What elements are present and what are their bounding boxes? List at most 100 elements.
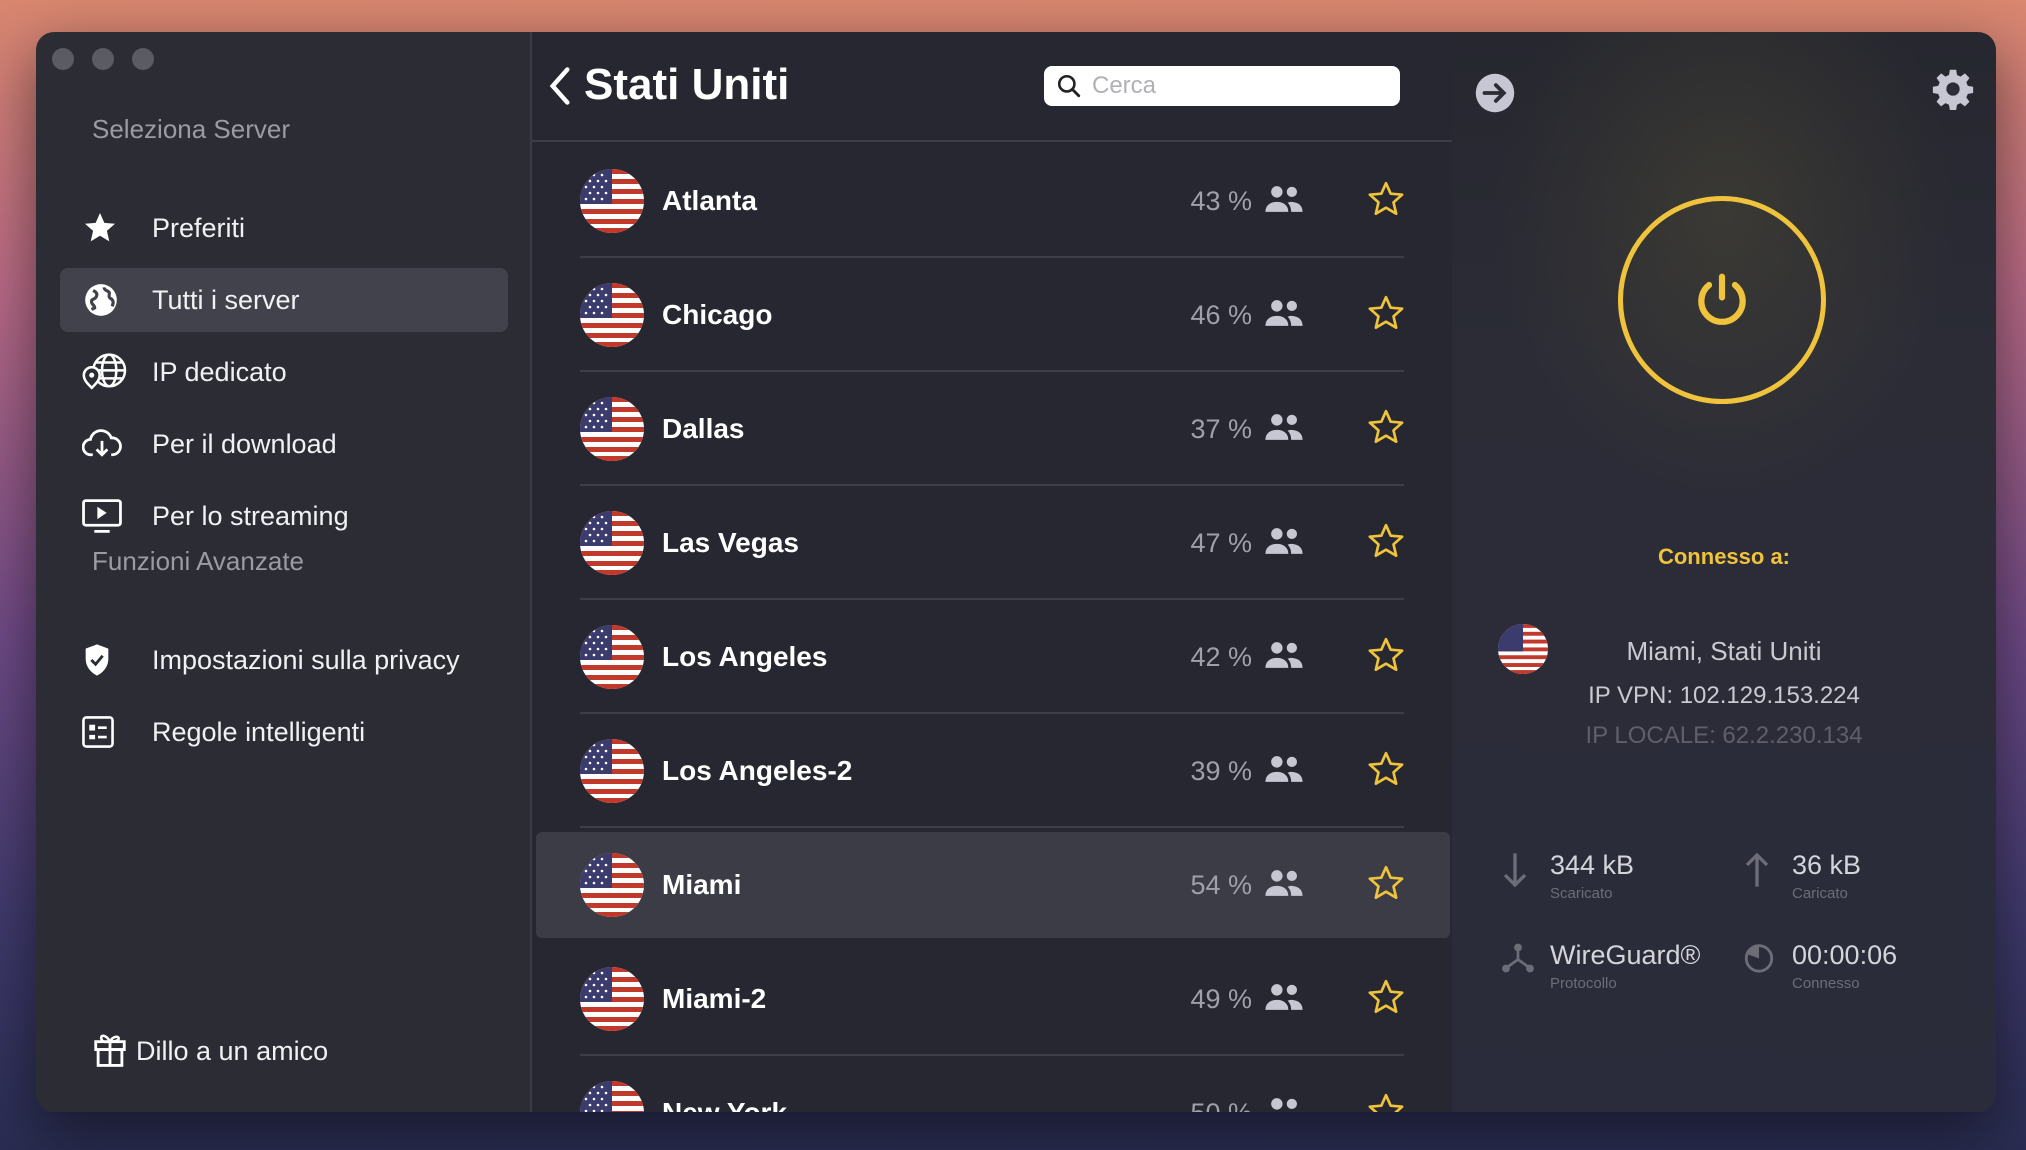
server-city: Dallas xyxy=(662,413,745,444)
favorite-star-icon[interactable] xyxy=(1366,749,1406,794)
server-row[interactable]: Atlanta 43 % xyxy=(532,144,1452,258)
favorite-star-icon[interactable] xyxy=(1366,293,1406,338)
sidebar-item-smart-rules[interactable]: Regole intelligenti xyxy=(60,700,508,764)
sidebar-item-privacy-settings[interactable]: Impostazioni sulla privacy xyxy=(60,628,508,692)
timer-icon xyxy=(1742,940,1792,992)
download-stat: 344 kB Scaricato xyxy=(1500,850,1634,902)
us-flag-icon xyxy=(580,853,644,917)
close-window-button[interactable] xyxy=(52,48,74,70)
search-box[interactable] xyxy=(1044,66,1400,106)
server-city: Atlanta xyxy=(662,185,757,216)
server-load: 54 % xyxy=(1190,869,1252,900)
sidebar-item-label: Preferiti xyxy=(152,212,246,243)
section-label-select-server: Seleziona Server xyxy=(92,114,290,144)
cloud-download-icon xyxy=(82,427,142,461)
server-row[interactable]: Dallas 37 % xyxy=(532,372,1452,486)
favorite-star-icon[interactable] xyxy=(1366,179,1406,224)
server-row[interactable]: Las Vegas 47 % xyxy=(532,486,1452,600)
section-label-advanced: Funzioni Avanzate xyxy=(92,546,304,576)
users-icon xyxy=(1264,526,1304,561)
tell-a-friend-label: Dillo a un amico xyxy=(136,1036,329,1066)
favorite-star-icon[interactable] xyxy=(1366,863,1406,908)
favorite-star-icon[interactable] xyxy=(1366,977,1406,1022)
server-load: 37 % xyxy=(1190,413,1252,444)
users-icon xyxy=(1264,754,1304,789)
server-row[interactable]: Miami-2 49 % xyxy=(532,942,1452,1056)
sidebar-item-all-servers[interactable]: Tutti i server xyxy=(60,268,508,332)
arrow-up-icon xyxy=(1742,850,1792,902)
arrow-right-circle-icon[interactable] xyxy=(1474,72,1516,119)
dedicated-ip-icon xyxy=(82,353,142,391)
tell-a-friend-button[interactable]: Dillo a un amico xyxy=(92,1029,328,1074)
sidebar: Seleziona Server Preferiti Tutti i serve… xyxy=(36,32,532,1112)
sidebar-item-label: Tutti i server xyxy=(152,284,300,315)
sidebar-item-label: Impostazioni sulla privacy xyxy=(152,644,460,675)
duration-stat: 00:00:06 Connesso xyxy=(1742,940,1897,992)
minimize-window-button[interactable] xyxy=(92,48,114,70)
server-city: Chicago xyxy=(662,299,773,330)
us-flag-icon xyxy=(580,1081,644,1112)
server-row[interactable]: Los Angeles-2 39 % xyxy=(532,714,1452,828)
sidebar-item-streaming[interactable]: Per lo streaming xyxy=(60,484,508,548)
rules-icon xyxy=(82,716,142,748)
search-icon xyxy=(1057,74,1081,98)
server-row[interactable]: Los Angeles 42 % xyxy=(532,600,1452,714)
window-controls xyxy=(52,48,154,70)
favorite-star-icon[interactable] xyxy=(1366,1091,1406,1112)
server-load: 42 % xyxy=(1190,641,1252,672)
server-load: 50 % xyxy=(1190,1098,1252,1113)
favorite-star-icon[interactable] xyxy=(1366,407,1406,452)
users-icon xyxy=(1264,298,1304,333)
server-list-panel: Stati Uniti Atlanta 43 % Chicago 46 % Dallas… xyxy=(532,32,1452,1112)
connected-label: Connesso a: xyxy=(1657,544,1791,569)
power-icon xyxy=(1698,273,1746,325)
gear-icon[interactable] xyxy=(1932,68,1974,115)
search-input[interactable] xyxy=(1092,72,1382,100)
page-title: Stati Uniti xyxy=(584,60,790,109)
users-icon xyxy=(1264,982,1304,1017)
us-flag-icon xyxy=(580,511,644,575)
zoom-window-button[interactable] xyxy=(132,48,154,70)
power-button[interactable] xyxy=(1618,196,1826,404)
us-flag-icon xyxy=(580,625,644,689)
server-city: Miami xyxy=(662,869,742,900)
star-icon xyxy=(82,210,142,246)
favorite-star-icon[interactable] xyxy=(1366,635,1406,680)
users-icon xyxy=(1264,412,1304,447)
users-icon xyxy=(1264,640,1304,675)
gift-icon xyxy=(92,1029,128,1074)
list-header: Stati Uniti xyxy=(532,32,1452,142)
streaming-icon xyxy=(82,498,142,534)
server-load: 43 % xyxy=(1190,185,1252,216)
server-row[interactable]: Chicago 46 % xyxy=(532,258,1452,372)
us-flag-icon xyxy=(580,739,644,803)
server-load: 47 % xyxy=(1190,527,1252,558)
upload-stat: 36 kB Caricato xyxy=(1742,850,1861,902)
server-city: Los Angeles-2 xyxy=(662,755,853,786)
sidebar-item-favorites[interactable]: Preferiti xyxy=(60,196,508,260)
sidebar-item-label: IP dedicato xyxy=(152,356,287,387)
connected-location: Miami, Stati Uniti xyxy=(1626,636,1822,666)
sidebar-item-label: Regole intelligenti xyxy=(152,716,366,747)
us-flag-icon xyxy=(580,397,644,461)
users-icon xyxy=(1264,1096,1304,1113)
server-load: 39 % xyxy=(1190,755,1252,786)
sidebar-item-label: Per il download xyxy=(152,428,337,459)
sidebar-item-dedicated-ip[interactable]: IP dedicato xyxy=(60,340,508,404)
server-list: Atlanta 43 % Chicago 46 % Dallas 37 % Las Vega… xyxy=(532,144,1452,1112)
server-load: 46 % xyxy=(1190,299,1252,330)
connection-panel: Connesso a: Miami, Stati Uniti IP VPN: 1… xyxy=(1452,32,1996,1112)
globe-icon xyxy=(82,281,142,319)
vpn-ip: IP VPN: 102.129.153.224 xyxy=(1588,682,1860,709)
server-row[interactable]: Miami 54 % xyxy=(532,828,1452,942)
users-icon xyxy=(1264,184,1304,219)
arrow-down-icon xyxy=(1500,850,1550,902)
server-row[interactable]: New York 50 % xyxy=(532,1056,1452,1112)
server-city: Las Vegas xyxy=(662,527,799,558)
sidebar-item-download[interactable]: Per il download xyxy=(60,412,508,476)
back-chevron-icon[interactable] xyxy=(546,64,574,113)
us-flag-icon xyxy=(580,169,644,233)
protocol-icon xyxy=(1500,940,1550,992)
favorite-star-icon[interactable] xyxy=(1366,521,1406,566)
server-city: Miami-2 xyxy=(662,983,767,1014)
